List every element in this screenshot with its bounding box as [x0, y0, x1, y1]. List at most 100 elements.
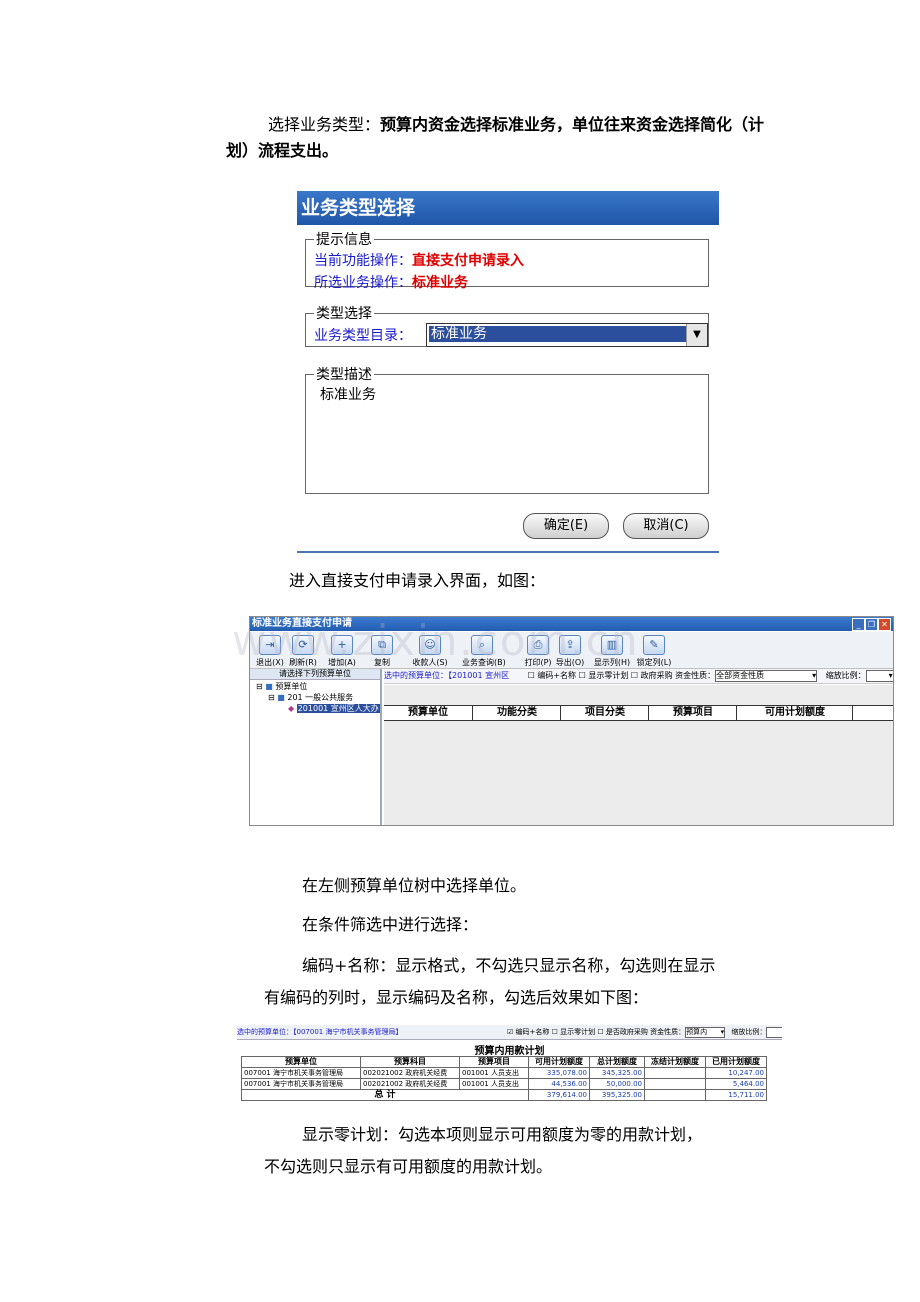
paragraph-1-label: 选择业务类型：	[268, 115, 381, 134]
budget-plan-screenshot: 选中的预算单位：【007001 海宁市机关事务管理局】 ☑ 编码+名称 ☐ 显示…	[237, 1025, 782, 1109]
type-desc-group: 类型描述 标准业务	[305, 364, 709, 494]
current-op-label: 当前功能操作：	[314, 253, 412, 269]
col-header-extra	[852, 706, 893, 720]
tree-node-201[interactable]: ⊟ ■ 201 一般公共服务	[268, 693, 353, 703]
tree-node-root[interactable]: ⊟ ■ 预算单位	[256, 682, 307, 692]
dropdown-arrow-icon[interactable]: ▾	[812, 671, 816, 681]
hint-info-group: 提示信息 当前功能操作：直接支付申请录入 所选业务操作：标准业务	[305, 229, 709, 291]
toolbar-lock-column-button[interactable]: ✎ 锁定列(L)	[634, 635, 674, 668]
dropdown-arrow-icon[interactable]: ▾	[889, 671, 893, 681]
paragraph-1-line-2: 划）流程支出。	[226, 141, 339, 160]
checkbox-label: 编码+名称	[537, 671, 577, 680]
paragraph-5-line-2: 有编码的列时，显示编码及名称，勾选后效果如下图：	[264, 988, 649, 1007]
cell	[644, 1078, 706, 1090]
checkbox-label: 政府采购	[640, 671, 673, 680]
paragraph-6-line-2: 不勾选则只显示有可用额度的用款计划。	[264, 1157, 553, 1176]
table-row[interactable]: 007001 海宁市机关事务管理局 002021002 政府机关经费 00100…	[241, 1067, 767, 1079]
ok-button[interactable]: 确定(E)	[523, 513, 609, 539]
total-label: 总 计	[241, 1089, 529, 1101]
dropdown-arrow-icon[interactable]: ▼	[686, 324, 707, 346]
type-desc-text: 标准业务	[320, 387, 376, 403]
table-row[interactable]: 007001 海宁市机关事务管理局 002021002 政府机关经费 00100…	[241, 1078, 767, 1090]
th-available-plan[interactable]: 可用计划额度	[528, 1056, 590, 1068]
toolbar-label: 锁定列(L)	[636, 658, 672, 667]
cell: 44,536.00	[528, 1078, 590, 1090]
tree-node-label: 201 一般公共服务	[287, 693, 354, 702]
checkbox-label: 是否政府采购	[605, 1028, 648, 1036]
dropdown-arrow-icon[interactable]: ▾	[721, 1028, 725, 1037]
cell: 001001 人员支出	[459, 1067, 529, 1079]
zoom-select[interactable]	[766, 1026, 782, 1038]
selected-op-label: 所选业务操作：	[314, 275, 412, 291]
cell: 5,464.00	[705, 1078, 767, 1090]
paragraph-2: 进入直接支付申请录入界面，如图：	[289, 571, 546, 590]
folder-icon: ■	[265, 682, 273, 691]
cell: 001001 人员支出	[459, 1078, 529, 1090]
fund-label: 资金性质：	[675, 671, 716, 680]
fund-select[interactable]: 全部资金性质 ▾	[715, 669, 818, 682]
cell: 007001 海宁市机关事务管理局	[241, 1078, 361, 1090]
cell: 345,325.00	[589, 1067, 645, 1079]
checkbox-label: 显示零计划	[588, 671, 629, 680]
th-total-plan[interactable]: 总计划额度	[589, 1056, 645, 1068]
restore-icon[interactable]: ❐	[865, 618, 878, 631]
gov-purchase-checkbox[interactable]: ☐ 是否政府采购	[597, 1028, 648, 1036]
paragraph-1-bold: 预算内资金选择标准业务，单位往来资金选择简化（计	[380, 115, 765, 134]
selected-unit-text: 选中的预算单位：【201001 宣州区	[384, 671, 510, 680]
main-pane: 选中的预算单位：【201001 宣州区 ☐ 编码+名称 ☐ 显示零计划 ☐ 政府…	[384, 669, 893, 825]
th-frozen-plan[interactable]: 冻结计划额度	[644, 1056, 706, 1068]
col-header-function-class[interactable]: 功能分类	[472, 706, 561, 720]
zoom-select[interactable]: ▾	[865, 669, 893, 682]
code-name-checkbox[interactable]: ☐ 编码+名称	[528, 671, 576, 680]
th-budget-subject[interactable]: 预算科目	[360, 1056, 460, 1068]
current-op-row: 当前功能操作：直接支付申请录入	[314, 249, 700, 271]
type-desc-legend: 类型描述	[316, 367, 372, 383]
fund-select-value: 预算内	[686, 1027, 708, 1036]
table-filter-options: ☑ 编码+名称 ☐ 显示零计划 ☐ 是否政府采购 资金性质：预算内 ▾ 缩放比例：	[507, 1025, 782, 1039]
cell: 395,325.00	[589, 1089, 645, 1101]
th-budget-unit[interactable]: 预算单位	[241, 1056, 361, 1068]
cell	[644, 1089, 706, 1101]
budget-unit-tree-pane: 请选择下列预算单位 ⊟ ■ 预算单位 ⊟ ■ 201 一般公共服务 ◆ 2010…	[250, 669, 382, 825]
unit-icon: ◆	[288, 704, 295, 713]
cancel-button[interactable]: 取消(C)	[623, 513, 709, 539]
cell: 335,078.00	[528, 1067, 590, 1079]
grid-header: 预算单位 功能分类 项目分类 预算项目 可用计划额度	[384, 705, 893, 721]
th-used-plan[interactable]: 已用计划额度	[705, 1056, 767, 1068]
paragraph-4: 在条件筛选中进行选择：	[302, 915, 479, 934]
business-type-dialog: 业务类型选择 提示信息 当前功能操作：直接支付申请录入 所选业务操作： 标准业务 …	[297, 191, 719, 553]
col-header-budget-project[interactable]: 预算项目	[648, 706, 737, 720]
close-icon[interactable]: ✕	[878, 618, 891, 631]
zoom-label: 缩放比例：	[825, 671, 866, 680]
catalog-label: 业务类型目录：	[314, 328, 412, 344]
tree-node-label: 201001 宣州区人大办	[296, 704, 380, 713]
cell: 007001 海宁市机关事务管理局	[241, 1067, 361, 1079]
col-header-project-class[interactable]: 项目分类	[560, 706, 649, 720]
cell: 15,711.00	[705, 1089, 767, 1101]
cell: 379,614.00	[528, 1089, 590, 1101]
col-header-available-plan[interactable]: 可用计划额度	[736, 706, 853, 720]
fund-select-value: 全部资金性质	[716, 670, 765, 680]
type-select-group: 类型选择 业务类型目录： 标准业务 ▼	[305, 303, 709, 347]
type-select-legend: 类型选择	[316, 306, 372, 322]
cell: 002021002 政府机关经费	[360, 1067, 460, 1079]
tree-node-label: 预算单位	[275, 682, 308, 691]
tree-node-201001[interactable]: ◆ 201001 宣州区人大办	[288, 704, 380, 714]
zero-plan-checkbox[interactable]: ☐ 显示零计划	[552, 1028, 596, 1036]
zero-plan-checkbox[interactable]: ☐ 显示零计划	[579, 671, 629, 680]
paragraph-3: 在左侧预算单位树中选择单位。	[302, 876, 527, 895]
selected-op-value: 标准业务	[412, 275, 468, 291]
catalog-row: 业务类型目录： 标准业务 ▼	[314, 323, 708, 347]
cell: 002021002 政府机关经费	[360, 1078, 460, 1090]
gov-purchase-checkbox[interactable]: ☐ 政府采购	[631, 671, 673, 680]
table-header-row: 预算单位 预算科目 预算项目 可用计划额度 总计划额度 冻结计划额度 已用计划额…	[241, 1056, 767, 1068]
table-selected-unit: 选中的预算单位：【007001 海宁市机关事务管理局】	[237, 1028, 403, 1036]
catalog-select[interactable]: 标准业务 ▼	[426, 323, 708, 347]
catalog-select-value: 标准业务	[429, 326, 686, 342]
th-budget-project[interactable]: 预算项目	[459, 1056, 529, 1068]
col-header-budget-unit[interactable]: 预算单位	[384, 706, 472, 720]
fund-select[interactable]: 预算内 ▾	[685, 1026, 726, 1038]
minimize-icon[interactable]: _	[852, 618, 865, 631]
fund-label: 资金性质：	[650, 1028, 686, 1036]
code-name-checkbox[interactable]: ☑ 编码+名称	[507, 1028, 549, 1036]
